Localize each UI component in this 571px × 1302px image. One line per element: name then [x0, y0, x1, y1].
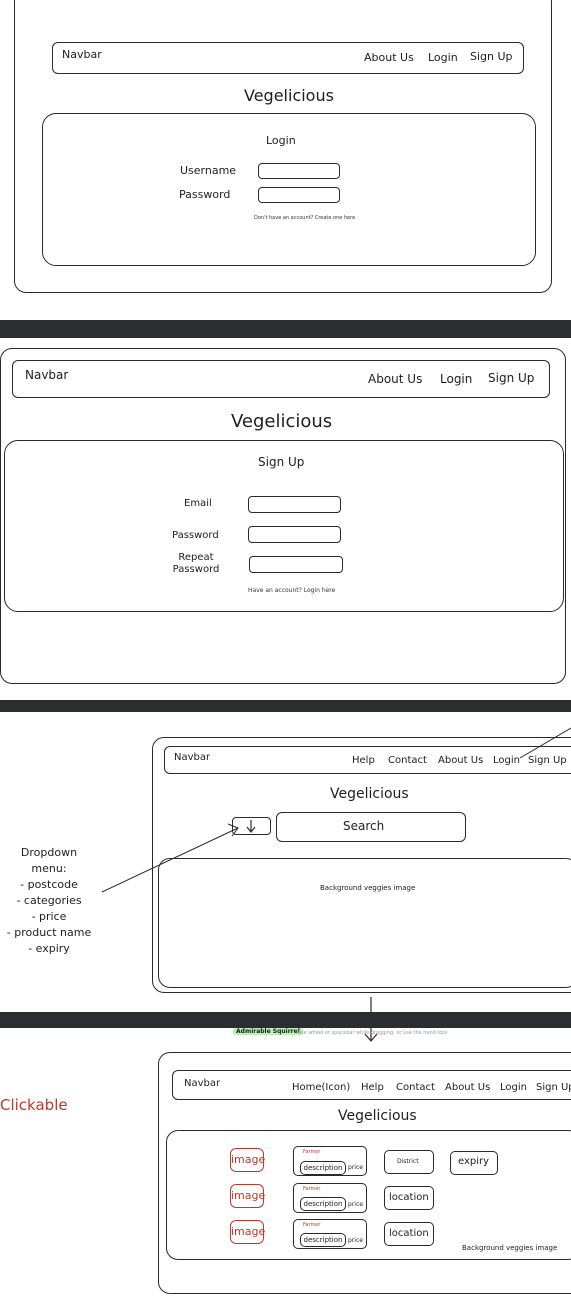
results-nav-signup[interactable]: Sign Up: [536, 1082, 571, 1093]
signup-nav-login[interactable]: Login: [440, 372, 472, 386]
farmer-label-2: Farmer: [303, 1186, 321, 1192]
description-2: description: [300, 1197, 346, 1211]
separator-band-3: [0, 1012, 571, 1028]
price-2: price: [348, 1201, 363, 1208]
repeat-password-input[interactable]: [249, 556, 343, 573]
results-nav-help[interactable]: Help: [361, 1082, 384, 1093]
clickable-note: Clickable: [0, 1096, 68, 1114]
search-brand: Vegelicious: [330, 786, 409, 802]
location-label-2: location: [389, 1192, 429, 1203]
results-panel: [166, 1130, 571, 1260]
password-label: Password: [179, 188, 231, 201]
arrow-down-icon: [246, 820, 256, 833]
login-nav-signup[interactable]: Sign Up: [470, 50, 513, 63]
results-brand: Vegelicious: [338, 1108, 417, 1124]
search-navbar-label: Navbar: [174, 752, 211, 763]
product-image-label: image: [231, 1225, 266, 1238]
separator-band-2: [0, 700, 571, 712]
results-background-text: Background veggies image: [462, 1244, 558, 1252]
login-brand: Vegelicious: [244, 86, 334, 105]
description-3: description: [300, 1233, 346, 1247]
product-image-3[interactable]: image: [230, 1220, 266, 1244]
results-nav-home[interactable]: Home(Icon): [292, 1082, 350, 1093]
farmer-label-3: Farmer: [303, 1222, 321, 1228]
search-bar-label: Search: [343, 819, 385, 833]
search-nav-contact[interactable]: Contact: [388, 755, 427, 766]
username-input[interactable]: [258, 163, 340, 179]
signup-card-title: Sign Up: [258, 455, 305, 469]
results-nav-login[interactable]: Login: [500, 1082, 527, 1093]
signup-navbar-label: Navbar: [25, 368, 69, 382]
results-navbar-label: Navbar: [184, 1078, 221, 1089]
signup-nav-about[interactable]: About Us: [368, 372, 422, 386]
price-1: price: [348, 1164, 363, 1171]
password-input[interactable]: [258, 187, 340, 203]
description-text: description: [303, 1164, 343, 1172]
login-nav-about[interactable]: About Us: [364, 51, 414, 64]
signup-brand: Vegelicious: [231, 411, 333, 432]
search-nav-login[interactable]: Login: [493, 755, 520, 766]
farmer-label-1: Farmer: [303, 1149, 321, 1155]
search-nav-about[interactable]: About Us: [438, 755, 483, 766]
description-text: description: [303, 1236, 343, 1244]
create-account-link[interactable]: Don't have an account? Create one here: [254, 215, 355, 221]
expiry-label-1: expiry: [458, 1156, 490, 1167]
collaborator-badge: Admirable Squirrel: [233, 1028, 303, 1035]
login-nav-login[interactable]: Login: [428, 51, 458, 64]
product-image-1[interactable]: image: [230, 1148, 266, 1172]
signup-nav-signup[interactable]: Sign Up: [488, 371, 534, 385]
signup-password-label: Password: [172, 530, 219, 541]
login-here-link[interactable]: Have an account? Login here: [248, 587, 335, 594]
email-label: Email: [184, 498, 212, 509]
search-hero: [158, 858, 571, 988]
description-1: description: [300, 1161, 346, 1175]
results-nav-about[interactable]: About Us: [445, 1082, 490, 1093]
toolbar-hint-text: use wheel or spacebar while dragging, or…: [298, 1030, 447, 1036]
search-nav-help[interactable]: Help: [352, 755, 375, 766]
search-nav-signup[interactable]: Sign Up: [528, 755, 567, 766]
username-label: Username: [180, 164, 237, 177]
login-card-title: Login: [266, 134, 296, 147]
location-label-3: location: [389, 1228, 429, 1239]
product-image-label: image: [231, 1153, 266, 1166]
search-hero-text: Background veggies image: [320, 884, 416, 892]
login-navbar-label: Navbar: [62, 48, 102, 61]
product-image-label: image: [231, 1189, 266, 1202]
repeat-password-label: Repeat Password: [172, 552, 220, 575]
product-image-2[interactable]: image: [230, 1184, 266, 1208]
dropdown-annotation: Dropdown menu: - postcode - categories -…: [6, 846, 92, 955]
district-label-1: District: [397, 1158, 419, 1165]
results-nav-contact[interactable]: Contact: [396, 1082, 435, 1093]
separator-band-1: [0, 320, 571, 338]
price-3: price: [348, 1237, 363, 1244]
email-input[interactable]: [248, 496, 341, 513]
filter-dropdown[interactable]: [232, 817, 271, 835]
signup-password-input[interactable]: [248, 526, 341, 543]
description-text: description: [303, 1200, 343, 1208]
